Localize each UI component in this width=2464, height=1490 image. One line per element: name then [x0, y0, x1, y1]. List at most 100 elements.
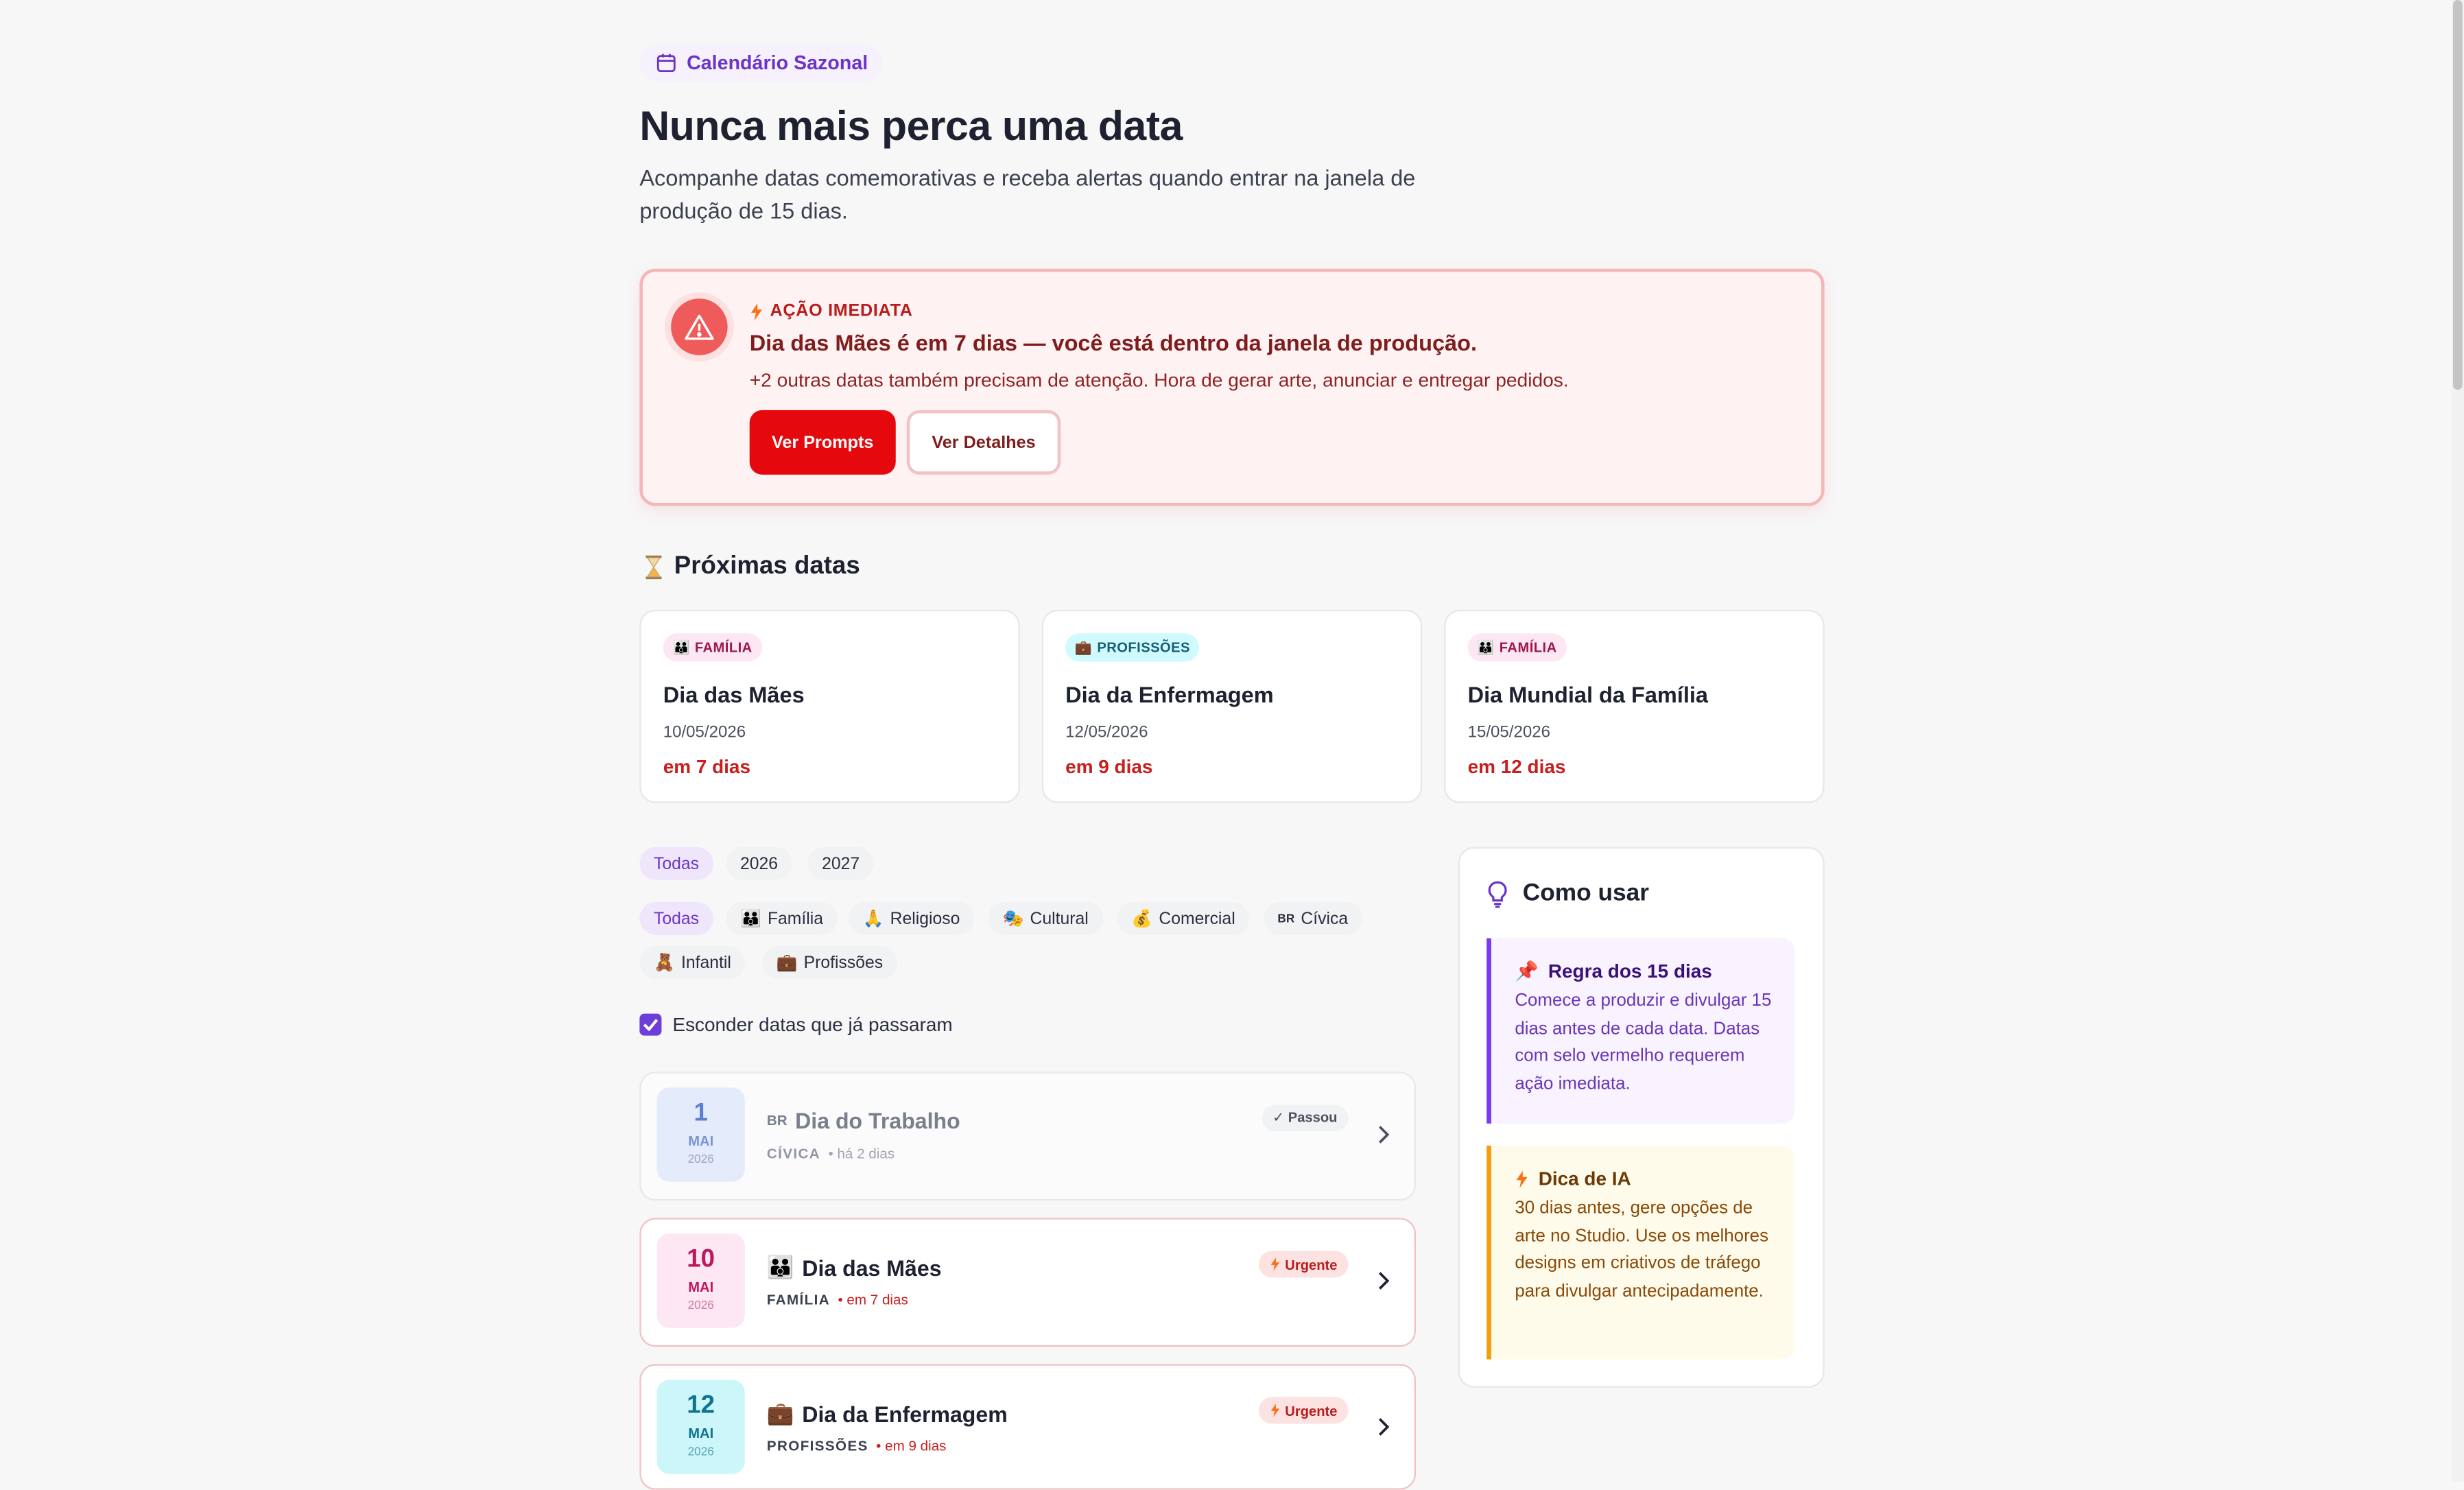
- category-filter-cultural[interactable]: 🎭 Cultural: [988, 901, 1103, 936]
- card-date: 10/05/2026: [663, 722, 746, 742]
- category-filter-religioso[interactable]: 🙏 Religioso: [849, 901, 975, 936]
- tip-title: Dica de IA: [1515, 1168, 1773, 1190]
- row-title-label: Dia do Trabalho: [795, 1108, 960, 1133]
- category-filter-todas[interactable]: Todas: [639, 901, 713, 936]
- family-icon: 👪: [766, 1254, 794, 1279]
- date-box: 1 MAI 2026: [656, 1087, 745, 1182]
- panel-title-label: Como usar: [1522, 879, 1649, 907]
- year-filter-todas[interactable]: Todas: [639, 847, 713, 880]
- card-countdown: em 12 dias: [1467, 755, 1566, 778]
- category-pill: 💼 PROFISSÕES: [1065, 633, 1200, 662]
- page-scrollbar[interactable]: [2451, 0, 2464, 1482]
- chevron-right-icon[interactable]: [1375, 1416, 1390, 1438]
- row-when: • há 2 dias: [828, 1145, 895, 1161]
- alert-kicker: AÇÃO IMEDIATA: [750, 302, 913, 320]
- chip-label: Comercial: [1159, 909, 1235, 928]
- year-filter-2026[interactable]: 2026: [726, 847, 792, 880]
- money-bag-icon: 💰: [1131, 910, 1153, 929]
- warning-icon: [671, 298, 728, 355]
- row-title-label: Dia das Mães: [802, 1255, 942, 1280]
- scrollbar-thumb[interactable]: [2452, 0, 2463, 390]
- family-icon: 👪: [1477, 639, 1495, 655]
- chip-label: Cívica: [1301, 909, 1349, 928]
- teddy-bear-icon: 🧸: [653, 954, 675, 973]
- checkbox-checked-icon[interactable]: [639, 1013, 662, 1036]
- card-date: 15/05/2026: [1467, 722, 1551, 742]
- date-day: 1: [694, 1100, 708, 1127]
- praying-icon: 🙏: [862, 910, 884, 929]
- card-name: Dia Mundial da Família: [1467, 683, 1708, 709]
- urgent-badge: Urgente: [1258, 1397, 1349, 1424]
- row-title: 💼 Dia da Enfermagem: [767, 1400, 1008, 1427]
- view-details-button[interactable]: Ver Detalhes: [906, 410, 1061, 475]
- briefcase-icon: 💼: [1074, 639, 1093, 655]
- card-name: Dia das Mães: [663, 683, 805, 709]
- upcoming-card[interactable]: 👪 FAMÍLIA Dia Mundial da Família 15/05/20…: [1444, 609, 1825, 803]
- row-title-label: Dia da Enfermagem: [802, 1401, 1008, 1426]
- hide-past-toggle[interactable]: Esconder datas que já passaram: [639, 1013, 953, 1036]
- category-filter-profissoes[interactable]: 💼 Profissões: [762, 946, 897, 980]
- alert-headline-rest: é em 7 dias — você está dentro da janela…: [890, 331, 1478, 357]
- date-month: MAI: [688, 1425, 714, 1441]
- urgent-label: Urgente: [1285, 1256, 1338, 1273]
- page-subtitle: Acompanhe datas comemorativas e receba a…: [639, 166, 1416, 225]
- row-title: BR Dia do Trabalho: [767, 1108, 960, 1133]
- chip-label: Todas: [653, 909, 699, 928]
- lightning-icon: [1270, 1404, 1279, 1417]
- list-item[interactable]: 1 MAI 2026 BR Dia do Trabalho CÍVICA • há …: [639, 1072, 1417, 1201]
- card-name: Dia da Enfermagem: [1065, 683, 1274, 709]
- upcoming-cards: 👪 FAMÍLIA Dia das Mães 10/05/2026 em 7 di…: [639, 609, 1825, 803]
- upcoming-card[interactable]: 💼 PROFISSÕES Dia da Enfermagem 12/05/2026…: [1041, 609, 1423, 803]
- category-label: PROFISSÕES: [1097, 639, 1190, 656]
- list-item[interactable]: 10 MAI 2026 👪 Dia das Mães FAMÍLIA • em 7 …: [639, 1218, 1417, 1347]
- chip-label: Cultural: [1030, 909, 1089, 928]
- date-year: 2026: [687, 1152, 714, 1166]
- calendar-badge: Calendário Sazonal: [639, 44, 884, 82]
- chip-label: Infantil: [680, 953, 731, 972]
- category-filter-familia[interactable]: 👪 Família: [726, 901, 838, 936]
- category-pill: 👪 FAMÍLIA: [1467, 633, 1567, 662]
- status-badge: ✓ Passou: [1261, 1104, 1349, 1132]
- hourglass-icon: [645, 555, 662, 580]
- date-month: MAI: [688, 1133, 714, 1149]
- chip-label: Religioso: [890, 909, 960, 928]
- row-meta: PROFISSÕES • em 9 dias: [767, 1438, 947, 1454]
- alert-kicker-label: AÇÃO IMEDIATA: [770, 301, 913, 321]
- chip-label: Profissões: [803, 953, 884, 972]
- year-filter-2027[interactable]: 2027: [807, 847, 874, 880]
- row-title: 👪 Dia das Mães: [767, 1254, 942, 1281]
- briefcase-icon: 💼: [776, 954, 798, 973]
- lightning-icon: [1270, 1257, 1279, 1271]
- date-year: 2026: [687, 1444, 714, 1458]
- category-filter-comercial[interactable]: 💰 Comercial: [1117, 901, 1250, 936]
- row-category: PROFISSÕES: [766, 1438, 868, 1454]
- category-pill: 👪 FAMÍLIA: [663, 633, 762, 662]
- brazil-flag-icon: BR: [766, 1112, 787, 1128]
- family-icon: 👪: [739, 910, 761, 929]
- view-prompts-button[interactable]: Ver Prompts: [749, 410, 896, 475]
- tip-title-label: Regra dos 15 dias: [1548, 960, 1712, 982]
- row-category: FAMÍLIA: [766, 1292, 831, 1308]
- date-box: 10 MAI 2026: [656, 1233, 745, 1328]
- card-date: 12/05/2026: [1065, 722, 1148, 742]
- category-filter-infantil[interactable]: 🧸 Infantil: [639, 946, 746, 980]
- lightning-icon: [1516, 1170, 1528, 1187]
- row-meta: CÍVICA • há 2 dias: [767, 1146, 895, 1161]
- alert-body: +2 outras datas também precisam de atenç…: [749, 369, 1569, 392]
- panel-title: Como usar: [1486, 880, 1649, 908]
- lightbulb-icon: [1488, 881, 1507, 908]
- chevron-right-icon[interactable]: [1375, 1270, 1390, 1292]
- category-filter-civica[interactable]: BR Cívica: [1263, 901, 1362, 936]
- row-when: • em 9 dias: [876, 1438, 947, 1454]
- chevron-right-icon[interactable]: [1375, 1124, 1390, 1146]
- list-item[interactable]: 12 MAI 2026 💼 Dia da Enfermagem PROFISSÕE…: [639, 1364, 1417, 1490]
- alert-headline: Dia das Mães é em 7 dias — você está den…: [750, 331, 1477, 357]
- page-title: Nunca mais perca uma data: [639, 102, 1183, 150]
- family-icon: 👪: [672, 639, 691, 655]
- tip-card: Dica de IA 30 dias antes, gere opções de…: [1486, 1145, 1795, 1360]
- upcoming-card[interactable]: 👪 FAMÍLIA Dia das Mães 10/05/2026 em 7 di…: [639, 609, 1020, 803]
- urgent-alert: AÇÃO IMEDIATA Dia das Mães é em 7 dias —…: [639, 268, 1825, 506]
- date-month: MAI: [688, 1279, 714, 1295]
- urgent-label: Urgente: [1285, 1402, 1338, 1419]
- tip-title-label: Dica de IA: [1538, 1168, 1631, 1190]
